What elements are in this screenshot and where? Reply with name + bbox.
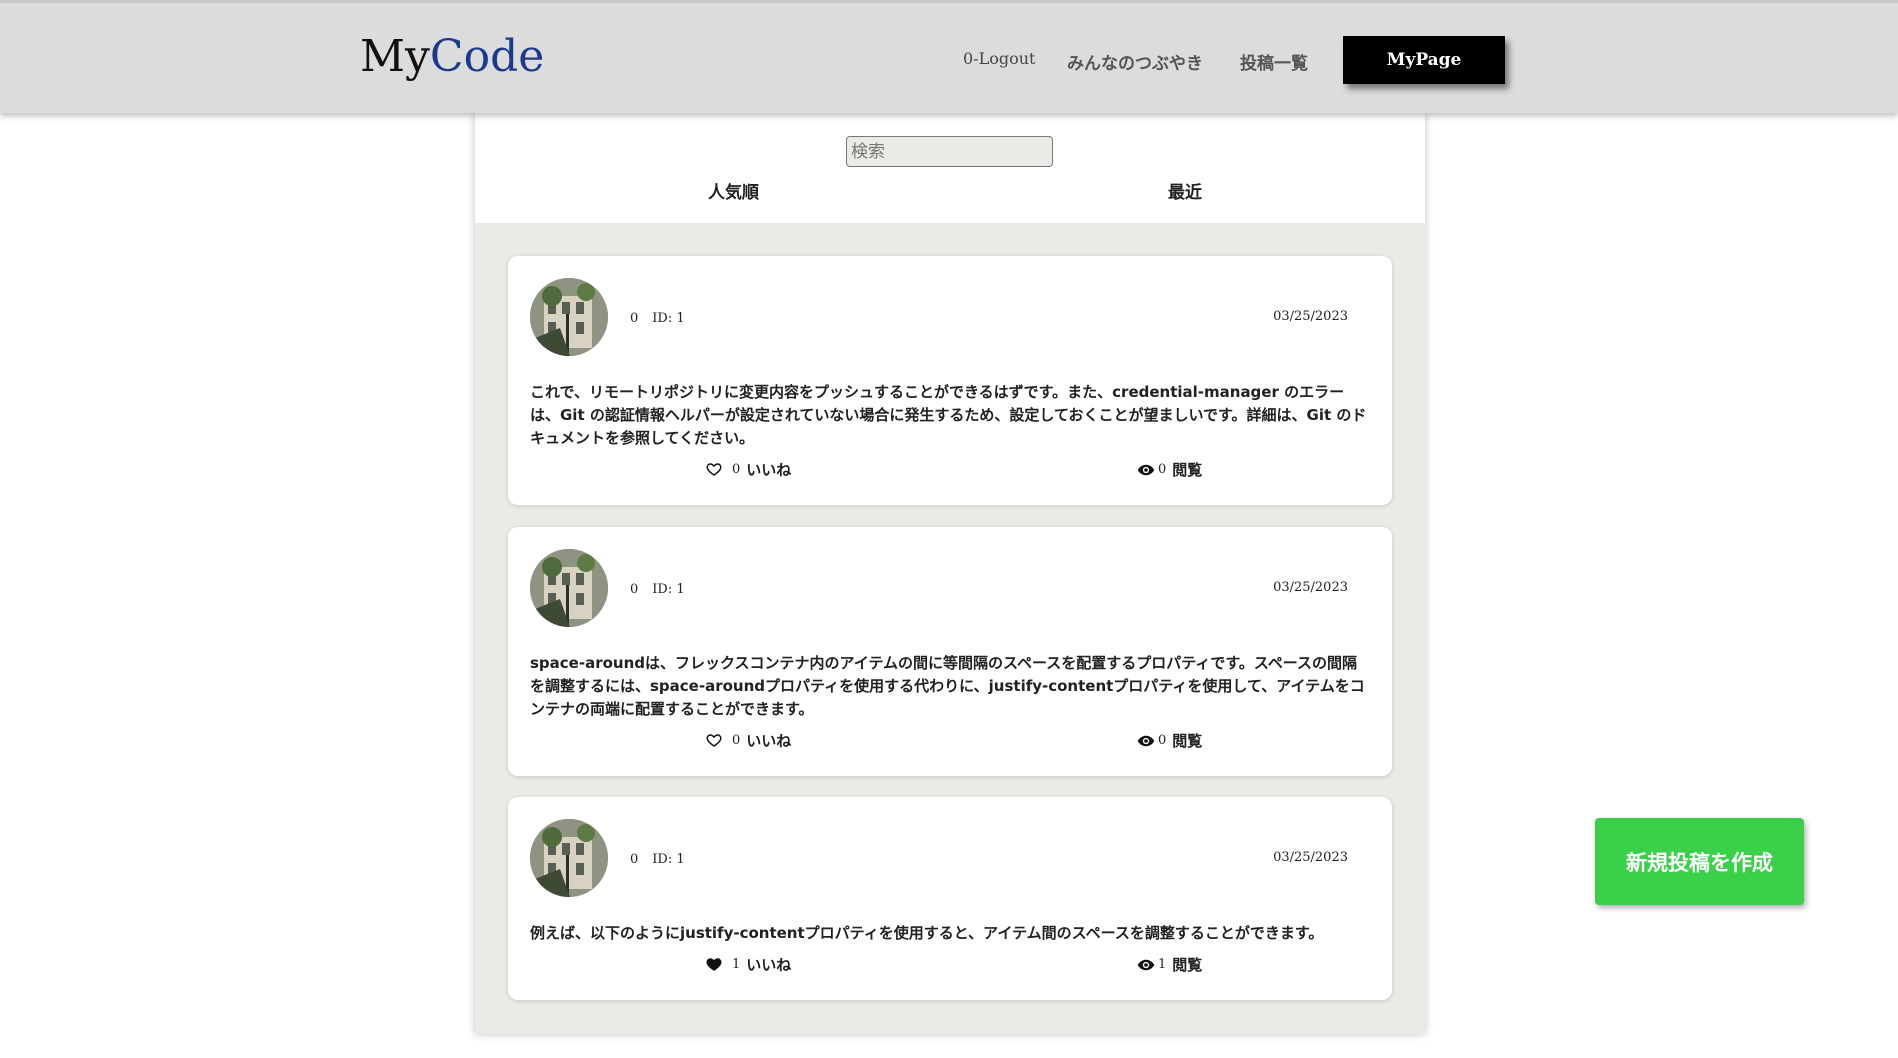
new-post-button[interactable]: 新規投稿を作成 xyxy=(1595,818,1804,905)
post-user-id: ID: 1 xyxy=(652,852,685,867)
eye-icon xyxy=(1137,461,1155,479)
post-meta: 0 ID: 1 xyxy=(630,852,685,867)
like-count: 0 xyxy=(732,462,741,477)
post-card[interactable]: 0 ID: 1 03/25/2023 これで、リモートリポジトリに変更内容をプッシ… xyxy=(508,256,1392,505)
like-count: 1 xyxy=(732,957,741,972)
site-logo[interactable]: MyCode xyxy=(360,31,544,82)
nav-posts-link[interactable]: 投稿一覧 xyxy=(1240,49,1308,74)
post-user-id: ID: 1 xyxy=(652,311,685,326)
eye-icon xyxy=(1137,732,1155,750)
heart-outline-icon xyxy=(706,732,724,750)
post-user-id: ID: 1 xyxy=(652,582,685,597)
view-stat: 1 閲覧 xyxy=(1137,954,1202,975)
logo-accent-text: Code xyxy=(429,31,545,82)
avatar-photo-icon xyxy=(530,549,608,627)
like-button[interactable]: 0 いいね xyxy=(706,459,791,480)
tab-popular[interactable]: 人気順 xyxy=(708,178,759,203)
post-meta: 0 ID: 1 xyxy=(630,582,685,597)
like-label: いいね xyxy=(746,461,792,479)
post-card[interactable]: 0 ID: 1 03/25/2023 space-aroundは、フレックスコンテ… xyxy=(508,527,1392,776)
post-body: これで、リモートリポジトリに変更内容をプッシュすることができるはずです。また、c… xyxy=(530,383,1367,447)
nav-mutter-link[interactable]: みんなのつぶやき xyxy=(1067,49,1203,74)
post-date: 03/25/2023 xyxy=(1273,309,1348,324)
heart-outline-icon xyxy=(706,461,724,479)
view-stat: 0 閲覧 xyxy=(1137,459,1202,480)
like-label: いいね xyxy=(746,956,792,974)
post-body: space-aroundは、フレックスコンテナ内のアイテムの間に等間隔のスペース… xyxy=(530,654,1365,718)
post-count: 0 xyxy=(630,852,639,867)
view-label: 閲覧 xyxy=(1172,956,1203,974)
like-button[interactable]: 0 いいね xyxy=(706,730,791,751)
nav-logout-link[interactable]: 0-Logout xyxy=(963,49,1035,68)
search-input[interactable] xyxy=(846,136,1053,167)
post-date: 03/25/2023 xyxy=(1273,580,1348,595)
like-label: いいね xyxy=(746,732,792,750)
avatar[interactable] xyxy=(530,819,608,897)
tab-recent[interactable]: 最近 xyxy=(1168,178,1202,203)
post-count: 0 xyxy=(630,311,639,326)
view-count: 1 xyxy=(1158,957,1167,972)
main-panel: 人気順 最近 0ID: 1 03/25/2023 これで、リモートリポジトリに xyxy=(475,113,1425,1034)
view-count: 0 xyxy=(1158,733,1167,748)
view-label: 閲覧 xyxy=(1172,732,1203,750)
post-count: 0 xyxy=(630,582,639,597)
avatar[interactable] xyxy=(530,278,608,356)
post-meta: 0 ID: 1 xyxy=(630,311,685,326)
mypage-button[interactable]: MyPage xyxy=(1343,36,1505,84)
logo-main-text: My xyxy=(360,31,430,82)
post-date: 03/25/2023 xyxy=(1273,850,1348,865)
view-stat: 0 閲覧 xyxy=(1137,730,1202,751)
avatar-photo-icon xyxy=(530,278,608,356)
post-body: 例えば、以下のようにjustify-contentプロパティを使用すると、アイテ… xyxy=(530,924,1324,942)
heart-filled-icon xyxy=(706,956,724,974)
like-button[interactable]: 1 いいね xyxy=(706,954,791,975)
avatar-photo-icon xyxy=(530,819,608,897)
like-count: 0 xyxy=(732,733,741,748)
avatar[interactable] xyxy=(530,549,608,627)
view-label: 閲覧 xyxy=(1172,461,1203,479)
view-count: 0 xyxy=(1158,462,1167,477)
site-header: MyCode 0-Logout みんなのつぶやき 投稿一覧 MyPage xyxy=(0,0,1898,113)
feed-controls: 人気順 最近 xyxy=(475,113,1425,223)
post-card[interactable]: 0 ID: 1 03/25/2023 例えば、以下のようにjustify-cont… xyxy=(508,797,1392,1000)
eye-icon xyxy=(1137,956,1155,974)
